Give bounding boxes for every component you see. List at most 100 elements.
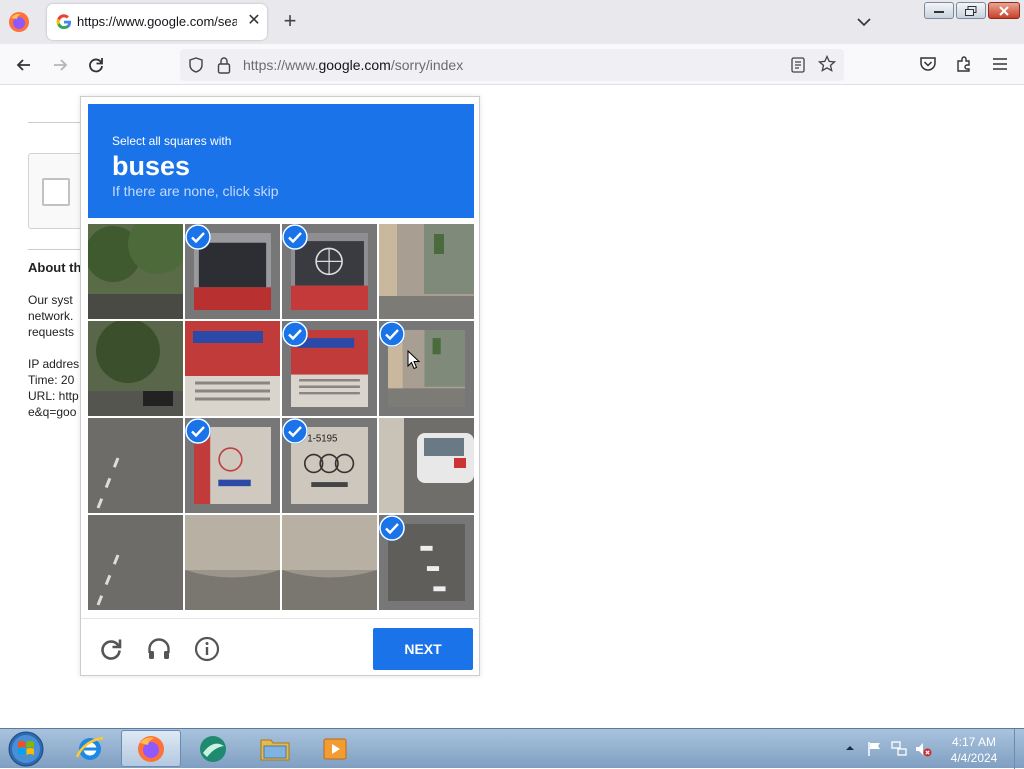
time-line: Time: 20 [28, 373, 75, 387]
challenge-keyword: buses [112, 151, 191, 181]
close-icon [999, 5, 1009, 16]
recaptcha-checkbox[interactable] [42, 178, 70, 206]
taskbar-internet-explorer[interactable] [60, 730, 120, 767]
challenge-footer: NEXT [81, 618, 481, 677]
checkmark-icon [379, 515, 405, 541]
mouse-cursor-icon [407, 350, 421, 370]
image-tile[interactable] [88, 418, 183, 513]
start-button-icon[interactable] [6, 730, 46, 768]
image-tile[interactable] [185, 418, 280, 513]
menu-icon[interactable] [991, 55, 1009, 73]
firefox-icon [138, 735, 164, 762]
firefox-icon[interactable] [8, 11, 30, 33]
extensions-icon[interactable] [955, 55, 973, 73]
windows-taskbar: 4:17 AM 4/4/2024 [0, 728, 1024, 769]
tab-google-search[interactable]: https://www.google.com/search ✕ [47, 4, 267, 40]
show-desktop-button[interactable] [1014, 729, 1024, 769]
about-text-line: requests [28, 325, 75, 339]
tile-image [282, 515, 377, 610]
query-line: e&q=goo [28, 405, 77, 419]
tile-image [88, 224, 183, 319]
headphones-audio-icon[interactable] [146, 636, 172, 662]
google-favicon-icon [56, 14, 72, 30]
image-tile[interactable] [185, 321, 280, 416]
url-line: URL: http [28, 389, 79, 403]
tile-image [88, 321, 183, 416]
reader-view-icon[interactable] [791, 57, 805, 73]
image-tile[interactable] [88, 321, 183, 416]
checkmark-icon [185, 418, 211, 444]
volume-muted-icon[interactable] [914, 740, 932, 758]
action-center-flag-icon[interactable] [866, 740, 884, 758]
back-arrow-icon[interactable] [14, 55, 34, 75]
url-text: https://www.google.com/sorry/index [243, 57, 464, 73]
image-tile[interactable] [88, 224, 183, 319]
image-tile[interactable] [379, 224, 474, 319]
ip-address-line: IP addres [28, 357, 80, 371]
image-tile[interactable] [88, 515, 183, 610]
restore-icon [965, 5, 977, 16]
image-tile[interactable] [185, 515, 280, 610]
restore-button[interactable] [956, 2, 986, 19]
reload-challenge-icon[interactable] [98, 636, 124, 662]
app-sphere-icon [200, 735, 226, 762]
network-icon[interactable] [890, 740, 908, 758]
taskbar-firefox[interactable] [121, 730, 181, 767]
checkmark-icon [282, 321, 308, 347]
folder-icon [260, 739, 290, 760]
show-hidden-icons-icon[interactable] [845, 743, 855, 753]
challenge-header: Select all squares with buses If there a… [88, 104, 474, 218]
image-tile[interactable] [185, 224, 280, 319]
image-tile[interactable] [379, 418, 474, 513]
next-button[interactable]: NEXT [373, 628, 473, 670]
checkmark-icon [282, 224, 308, 250]
recaptcha-widget [28, 153, 88, 229]
system-clock[interactable]: 4:17 AM 4/4/2024 [940, 734, 1008, 766]
about-text-line: network. [28, 309, 74, 323]
pocket-icon[interactable] [919, 55, 937, 73]
challenge-hint: If there are none, click skip [112, 183, 279, 199]
shield-icon[interactable] [188, 57, 204, 73]
divider [28, 249, 88, 250]
tile-image [88, 418, 183, 513]
clock-date: 4/4/2024 [950, 751, 998, 765]
address-bar[interactable]: https://www.google.com/sorry/index [180, 49, 844, 81]
checkmark-icon [282, 418, 308, 444]
window-controls [924, 2, 1020, 21]
image-tile-grid: 1-5195 [88, 224, 474, 610]
svg-text:1-5195: 1-5195 [307, 434, 337, 445]
taskbar-app-green[interactable] [183, 730, 243, 767]
clock-time: 4:17 AM [951, 735, 997, 749]
minimize-button[interactable] [924, 2, 954, 19]
image-tile[interactable] [379, 515, 474, 610]
image-tile[interactable] [379, 321, 474, 416]
chevron-down-icon[interactable] [856, 14, 872, 30]
image-tile[interactable]: 1-5195 [282, 418, 377, 513]
tab-title: https://www.google.com/search [77, 14, 237, 29]
tile-image [379, 224, 474, 319]
captcha-challenge-popup: Select all squares with buses If there a… [80, 96, 481, 677]
close-window-button[interactable] [988, 2, 1020, 19]
close-tab-icon[interactable]: ✕ [245, 12, 263, 30]
tile-image [88, 515, 183, 610]
bookmark-star-icon[interactable] [818, 55, 836, 73]
taskbar-file-explorer[interactable] [245, 730, 305, 767]
divider [28, 122, 88, 123]
new-tab-icon[interactable]: + [280, 10, 300, 32]
image-tile[interactable] [282, 321, 377, 416]
lock-icon[interactable] [216, 56, 232, 74]
image-tile[interactable] [282, 224, 377, 319]
tile-image [379, 418, 474, 513]
checkmark-icon [379, 321, 405, 347]
taskbar-media-player[interactable] [306, 730, 366, 767]
tile-image [185, 515, 280, 610]
media-player-icon [323, 738, 347, 759]
forward-arrow-icon[interactable] [50, 55, 70, 75]
image-tile[interactable] [282, 515, 377, 610]
checkmark-icon [185, 224, 211, 250]
info-icon[interactable] [194, 636, 220, 662]
navigation-toolbar: https://www.google.com/sorry/index [0, 44, 1024, 85]
about-text-line: Our syst [28, 293, 73, 307]
tile-image [185, 321, 280, 416]
reload-icon[interactable] [86, 55, 106, 75]
